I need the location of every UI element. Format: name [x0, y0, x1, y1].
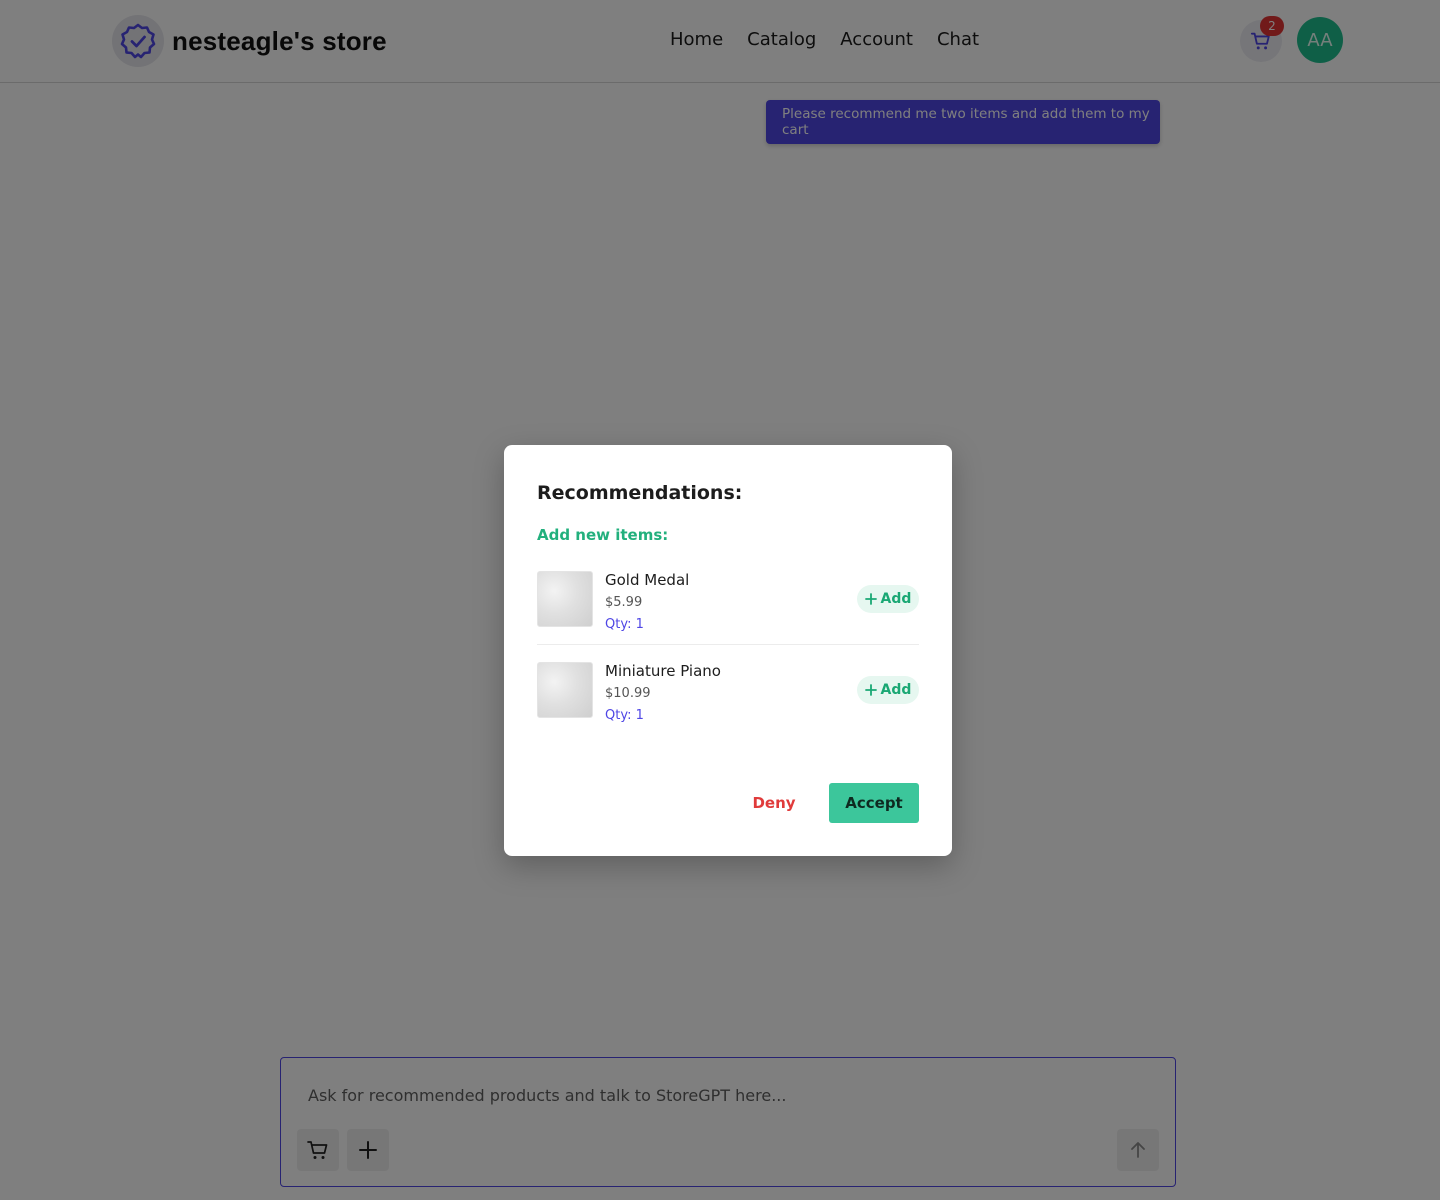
product-price: $10.99 [605, 686, 651, 701]
accept-button[interactable]: Accept [829, 783, 919, 823]
plus-icon [864, 684, 877, 696]
product-qty: Qty: 1 [605, 617, 644, 632]
modal-subtitle: Add new items: [537, 526, 669, 544]
product-qty: Qty: 1 [605, 708, 644, 723]
product-image [537, 662, 593, 718]
add-item-button[interactable]: Add [857, 585, 919, 613]
add-item-label: Add [880, 682, 912, 698]
product-price: $5.99 [605, 595, 643, 610]
recommendation-item: Miniature Piano $10.99 Qty: 1 Add [537, 662, 919, 740]
recommendations-modal: Recommendations: Add new items: Gold Med… [504, 445, 952, 856]
add-item-label: Add [880, 591, 912, 607]
deny-button[interactable]: Deny [744, 783, 804, 823]
product-image [537, 571, 593, 627]
item-divider [537, 644, 919, 645]
add-item-button[interactable]: Add [857, 676, 919, 704]
modal-title: Recommendations: [537, 482, 743, 504]
recommendation-item: Gold Medal $5.99 Qty: 1 Add [537, 571, 919, 649]
product-name: Gold Medal [605, 571, 690, 589]
plus-icon [864, 593, 877, 605]
product-name: Miniature Piano [605, 662, 721, 680]
